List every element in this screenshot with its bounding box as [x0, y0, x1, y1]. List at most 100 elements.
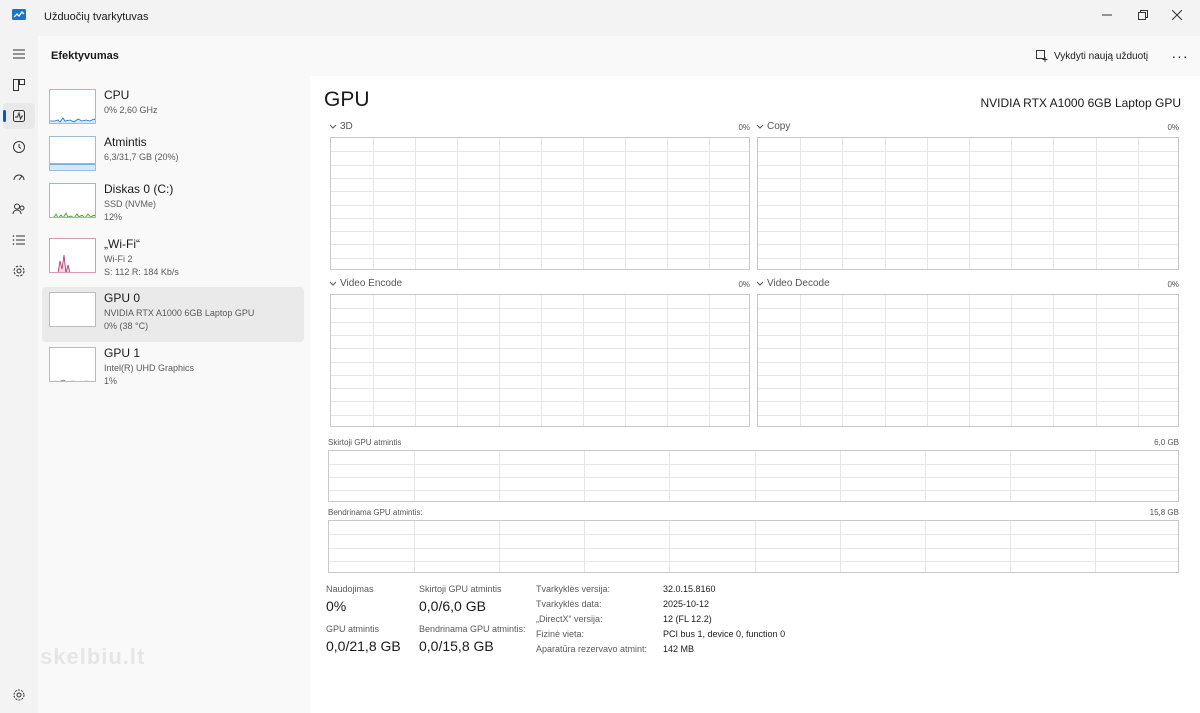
resource-name: „Wi-Fi“	[104, 237, 140, 251]
resource-item-gpu-0[interactable]: GPU 0 NVIDIA RTX A1000 6GB Laptop GPU 0%…	[42, 287, 304, 342]
details-icon	[12, 235, 25, 245]
resource-detail: Wi-Fi 2	[104, 254, 133, 264]
chevron-down-icon	[756, 281, 764, 286]
gpu-model-name: NVIDIA RTX A1000 6GB Laptop GPU	[980, 96, 1181, 110]
resource-name: GPU 0	[104, 291, 141, 305]
nav-settings-button[interactable]	[3, 682, 35, 708]
performance-icon	[13, 110, 25, 122]
shared-memory-stat-label: Bendrinama GPU atmintis:	[419, 624, 526, 634]
resource-detail: 0% (38 °C)	[104, 321, 149, 331]
resource-list: CPU 0% 2,60 GHz Atmintis 6,3/31,7 GB (20…	[38, 76, 310, 713]
resource-detail: 12%	[104, 212, 123, 222]
nav-startup-apps-button[interactable]	[3, 165, 35, 191]
chevron-down-icon	[756, 124, 764, 129]
shared-memory-stat-value: 0,0/15,8 GB	[419, 638, 494, 654]
engine-chart-video-decode	[757, 294, 1179, 427]
resource-detail: SSD (NVMe)	[104, 199, 157, 209]
engine-label: Video Decode	[767, 278, 830, 289]
engine-selector-copy[interactable]: Copy	[756, 121, 790, 132]
engine-chart-copy	[757, 137, 1179, 270]
engine-label: 3D	[340, 121, 353, 132]
restore-icon	[1138, 10, 1148, 20]
engine-chart-3d	[330, 137, 750, 270]
nav-processes-button[interactable]	[3, 72, 35, 98]
resource-item-gpu-1[interactable]: GPU 1 Intel(R) UHD Graphics 1%	[42, 342, 304, 397]
resource-detail: NVIDIA RTX A1000 6GB Laptop GPU	[104, 308, 255, 318]
engine-selector-video-decode[interactable]: Video Decode	[756, 278, 830, 289]
engine-percent: 0%	[1167, 280, 1179, 289]
nav-app-history-button[interactable]	[3, 134, 35, 160]
resource-detail: Intel(R) UHD Graphics	[104, 363, 195, 373]
resource-detail: 6,3/31,7 GB (20%)	[104, 152, 179, 162]
dedicated-memory-max: 6,0 GB	[1154, 438, 1179, 447]
nav-performance-button[interactable]	[3, 103, 35, 129]
shared-memory-chart	[328, 520, 1179, 573]
engine-selector-3d[interactable]: 3D	[329, 121, 353, 132]
driver-date-key: Tvarkyklės data:	[536, 599, 602, 609]
users-icon	[12, 203, 25, 215]
engine-selector-video-encode[interactable]: Video Encode	[329, 278, 402, 289]
gpu-memory-label: GPU atmintis	[326, 624, 380, 634]
run-task-icon	[1036, 50, 1048, 62]
resource-item-wifi[interactable]: „Wi-Fi“ Wi-Fi 2 S: 112 R: 184 Kb/s	[42, 233, 304, 288]
hamburger-menu-icon	[13, 49, 25, 59]
driver-version-value: 32.0.15.8160	[663, 584, 716, 594]
reserved-memory-value: 142 MB	[663, 644, 695, 654]
engine-label: Copy	[767, 121, 791, 132]
more-options-button[interactable]: ···	[1166, 44, 1194, 68]
title-bar: Užduočių tvarkytuvas	[0, 0, 1200, 36]
physical-location-value: PCI bus 1, device 0, function 0	[663, 629, 786, 639]
app-history-icon	[13, 141, 25, 153]
watermark: skelbiu.lt	[40, 644, 146, 669]
gpu-memory-value: 0,0/21,8 GB	[326, 638, 401, 654]
shared-memory-label: Bendrinama GPU atmintis:	[328, 508, 423, 517]
close-icon	[1172, 10, 1182, 20]
window-title: Užduočių tvarkytuvas	[44, 11, 149, 23]
run-new-task-button[interactable]: Vykdyti naują užduotį	[1036, 44, 1148, 68]
chevron-down-icon	[329, 124, 337, 129]
resource-name: CPU	[104, 88, 130, 102]
page-title: Efektyvumas	[51, 50, 119, 62]
engine-chart-video-encode	[330, 294, 750, 427]
engine-percent: 0%	[738, 123, 750, 132]
close-button[interactable]	[1154, 0, 1200, 30]
engine-percent: 0%	[1167, 123, 1179, 132]
startup-apps-icon	[13, 174, 25, 181]
directx-version-value: 12 (FL 12.2)	[663, 614, 712, 624]
dedicated-memory-chart	[328, 450, 1179, 502]
gpu-title: GPU	[324, 88, 370, 111]
dedicated-memory-stat-label: Skirtoji GPU atmintis	[419, 584, 502, 594]
reserved-memory-key: Aparatūra rezervavo atmint:	[536, 644, 648, 654]
utilization-label: Naudojimas	[326, 584, 374, 594]
dedicated-memory-stat-value: 0,0/6,0 GB	[419, 598, 486, 614]
driver-version-key: Tvarkyklės versija:	[536, 584, 611, 594]
resource-item-disk[interactable]: Diskas 0 (C:) SSD (NVMe) 12%	[42, 178, 304, 233]
services-icon	[13, 265, 25, 277]
resource-detail: 0% 2,60 GHz	[104, 105, 158, 115]
settings-icon	[13, 689, 25, 701]
processes-icon	[13, 79, 25, 91]
resource-name: Atmintis	[104, 135, 147, 149]
shared-memory-max: 15,8 GB	[1149, 508, 1179, 517]
nav-menu-button[interactable]	[3, 41, 35, 67]
wifi-thumbnail-graph	[49, 238, 96, 273]
resource-name: GPU 1	[104, 346, 141, 360]
gpu1-thumbnail-graph	[49, 347, 96, 382]
resource-name: Diskas 0 (C:)	[104, 182, 174, 196]
resource-detail: 1%	[104, 376, 118, 386]
navigation-rail	[0, 36, 38, 713]
nav-details-button[interactable]	[3, 227, 35, 253]
directx-version-key: „DirectX“ versija:	[536, 614, 603, 624]
chevron-down-icon	[329, 281, 337, 286]
nav-services-button[interactable]	[3, 258, 35, 284]
gpu-detail-panel: GPU NVIDIA RTX A1000 6GB Laptop GPU 3D 0…	[310, 76, 1200, 713]
physical-location-key: Fizinė vieta:	[536, 629, 585, 639]
utilization-value: 0%	[326, 598, 347, 614]
nav-users-button[interactable]	[3, 196, 35, 222]
gpu0-thumbnail-graph	[49, 292, 96, 327]
engine-label: Video Encode	[340, 278, 403, 289]
run-new-task-label: Vykdyti naują užduotį	[1054, 50, 1149, 62]
page-header: Efektyvumas Vykdyti naują užduotį ···	[38, 36, 1200, 76]
minimize-icon	[1102, 14, 1112, 16]
resource-detail: S: 112 R: 184 Kb/s	[104, 267, 179, 277]
